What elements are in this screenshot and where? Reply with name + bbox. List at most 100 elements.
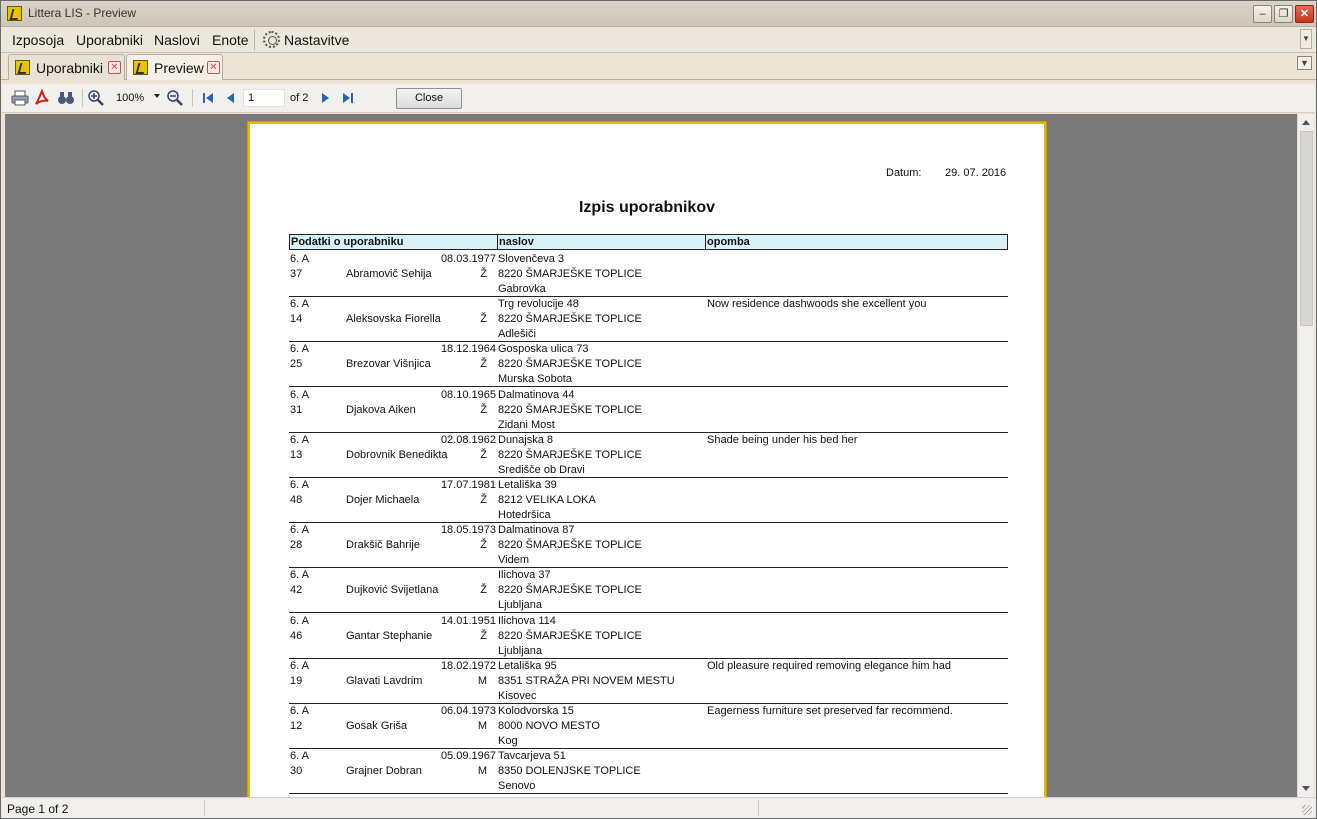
scrollbar-thumb[interactable] xyxy=(1300,131,1313,326)
user-name: Gantar Stephanie xyxy=(346,629,433,642)
table-row: 6. A 12 Gosak Griša 06.04.1973 M Kolodvorska … xyxy=(289,704,1008,749)
user-sex: Ž xyxy=(480,629,487,642)
user-name: Grajner Dobran xyxy=(346,765,422,778)
address-street: Gosposka ulica 73 xyxy=(498,343,589,356)
zoom-in-icon[interactable] xyxy=(87,89,105,107)
user-name: Dobrovnik Benedikta xyxy=(346,448,448,461)
user-number: 31 xyxy=(290,403,303,416)
tab-label: Preview xyxy=(154,60,204,76)
row-note: Now residence dashwoods she excellent yo… xyxy=(707,298,927,311)
find-binoculars-icon[interactable] xyxy=(57,89,75,107)
address-place: Gabrovka xyxy=(498,283,546,295)
scroll-down-icon[interactable] xyxy=(1302,786,1310,791)
close-window-button[interactable]: ✕ xyxy=(1295,5,1314,23)
user-birthdate: 18.02.1972 xyxy=(440,659,496,672)
address-place: Središče ob Dravi xyxy=(498,463,585,476)
vertical-scrollbar[interactable] xyxy=(1297,114,1314,797)
preview-toolbar: 100% 1 of 2 Close xyxy=(2,84,1315,113)
address-city: 8220 ŠMARJEŠKE TOPLICE xyxy=(498,358,642,371)
page-count-label: of 2 xyxy=(290,92,309,104)
scroll-up-icon[interactable] xyxy=(1302,120,1310,125)
user-sex: Ž xyxy=(480,268,487,280)
table-row: 6. A 30 Grajner Dobran 05.09.1967 M Tavcarjev… xyxy=(289,749,1008,795)
close-preview-button[interactable]: Close xyxy=(396,88,462,109)
close-tab-icon[interactable]: ✕ xyxy=(207,61,220,74)
zoom-out-icon[interactable] xyxy=(166,89,184,107)
address-street: Dalmatinova 87 xyxy=(498,524,575,537)
tab-bar: Uporabniki ✕ Preview ✕ ▼ xyxy=(1,54,1316,80)
table-row: 6. A 31 Djakova Aiken 08.10.1965 Ž Dalmatinov… xyxy=(289,388,1008,433)
page-number-input[interactable]: 1 xyxy=(243,89,285,107)
address-city: 8220 ŠMARJEŠKE TOPLICE xyxy=(498,448,642,461)
toolbar-separator xyxy=(192,89,193,107)
next-page-icon[interactable] xyxy=(316,89,334,107)
pdf-export-icon[interactable] xyxy=(33,89,51,107)
user-class: 6. A xyxy=(290,569,309,582)
chevron-down-icon[interactable]: ▼ xyxy=(1297,56,1312,70)
address-street: Letališka 39 xyxy=(498,479,557,491)
address-place: Adlešiči xyxy=(498,328,536,341)
address-city: 8220 ŠMARJEŠKE TOPLICE xyxy=(498,313,642,326)
user-birthdate: 17.07.1981 xyxy=(440,479,496,491)
menu-bar: Izposoja Uporabniki Naslovi Enote Nastav… xyxy=(1,27,1316,53)
user-name: Gosak Griša xyxy=(346,720,408,732)
user-class: 6. A xyxy=(290,343,309,356)
user-class: 6. A xyxy=(290,659,309,672)
user-birthdate: 14.01.1951 xyxy=(440,614,496,627)
user-name: Brezovar Višnjica xyxy=(346,358,431,371)
user-class: 6. A xyxy=(290,614,309,627)
column-divider xyxy=(705,235,706,249)
previous-page-icon[interactable] xyxy=(222,89,240,107)
tab-preview[interactable]: Preview ✕ xyxy=(126,54,223,80)
user-sex: M xyxy=(477,720,487,732)
address-street: Kolodvorska 15 xyxy=(498,705,574,717)
resize-grip-icon[interactable] xyxy=(1302,805,1312,815)
address-place: Videm xyxy=(498,554,529,567)
report-title: Izpis uporabnikov xyxy=(578,199,715,216)
user-number: 13 xyxy=(290,448,303,461)
address-city: 8350 DOLENJSKE TOPLICE xyxy=(498,765,641,778)
menu-nastavitve[interactable]: Nastavitve xyxy=(284,32,349,48)
user-sex: Ž xyxy=(480,494,487,506)
menu-separator xyxy=(254,30,255,50)
user-name: Abramovič Sehija xyxy=(346,268,432,280)
user-name: Dujković Svijetlana xyxy=(346,584,439,597)
minimize-button[interactable]: – xyxy=(1253,5,1272,23)
table-row: 6. A 25 Brezovar Višnjica 18.12.1964 Ž Gospos… xyxy=(289,342,1008,388)
menu-uporabniki[interactable]: Uporabniki xyxy=(76,32,143,48)
status-separator xyxy=(204,800,205,816)
tab-uporabniki[interactable]: Uporabniki ✕ xyxy=(8,54,125,80)
print-icon[interactable] xyxy=(11,89,29,107)
last-page-icon[interactable] xyxy=(339,89,357,107)
column-divider xyxy=(497,235,498,249)
menu-overflow-chevron-icon[interactable]: ▼ xyxy=(1300,29,1312,49)
address-city: 8220 ŠMARJEŠKE TOPLICE xyxy=(498,403,642,416)
user-class: 6. A xyxy=(290,705,309,717)
menu-naslovi[interactable]: Naslovi xyxy=(154,32,200,48)
row-note: Eagerness furniture set preserved far re… xyxy=(707,705,953,717)
menu-izposoja[interactable]: Izposoja xyxy=(12,32,64,48)
address-place: Kisovec xyxy=(498,689,537,702)
address-street: Slovenčeva 3 xyxy=(498,253,565,265)
close-tab-icon[interactable]: ✕ xyxy=(108,61,121,74)
user-number: 48 xyxy=(290,494,303,506)
column-header-address: naslov xyxy=(499,236,534,248)
gear-icon[interactable] xyxy=(263,31,280,48)
address-place: Ljubljana xyxy=(498,644,543,657)
address-place: Ljubljana xyxy=(498,599,543,612)
address-city: 8220 ŠMARJEŠKE TOPLICE xyxy=(498,629,642,642)
user-class: 6. A xyxy=(290,479,309,491)
preview-canvas[interactable]: Datum: 29. 07. 2016 Izpis uporabnikov Po… xyxy=(5,114,1297,797)
app-logo-icon xyxy=(133,60,148,75)
maximize-button[interactable]: ❐ xyxy=(1274,5,1293,23)
table-row: 6. A 14 Aleksovska Fiorella Ž Trg revolucije… xyxy=(289,297,1008,343)
menu-enote[interactable]: Enote xyxy=(212,32,249,48)
user-birthdate: 02.08.1962 xyxy=(440,433,496,446)
address-city: 8351 STRAŽA PRI NOVEM MESTU xyxy=(498,674,675,687)
first-page-icon[interactable] xyxy=(199,89,217,107)
user-number: 28 xyxy=(290,539,303,552)
zoom-value: 100% xyxy=(116,92,145,104)
app-logo-icon xyxy=(7,6,22,21)
zoom-select[interactable]: 100% xyxy=(112,90,162,107)
user-number: 19 xyxy=(290,674,303,687)
